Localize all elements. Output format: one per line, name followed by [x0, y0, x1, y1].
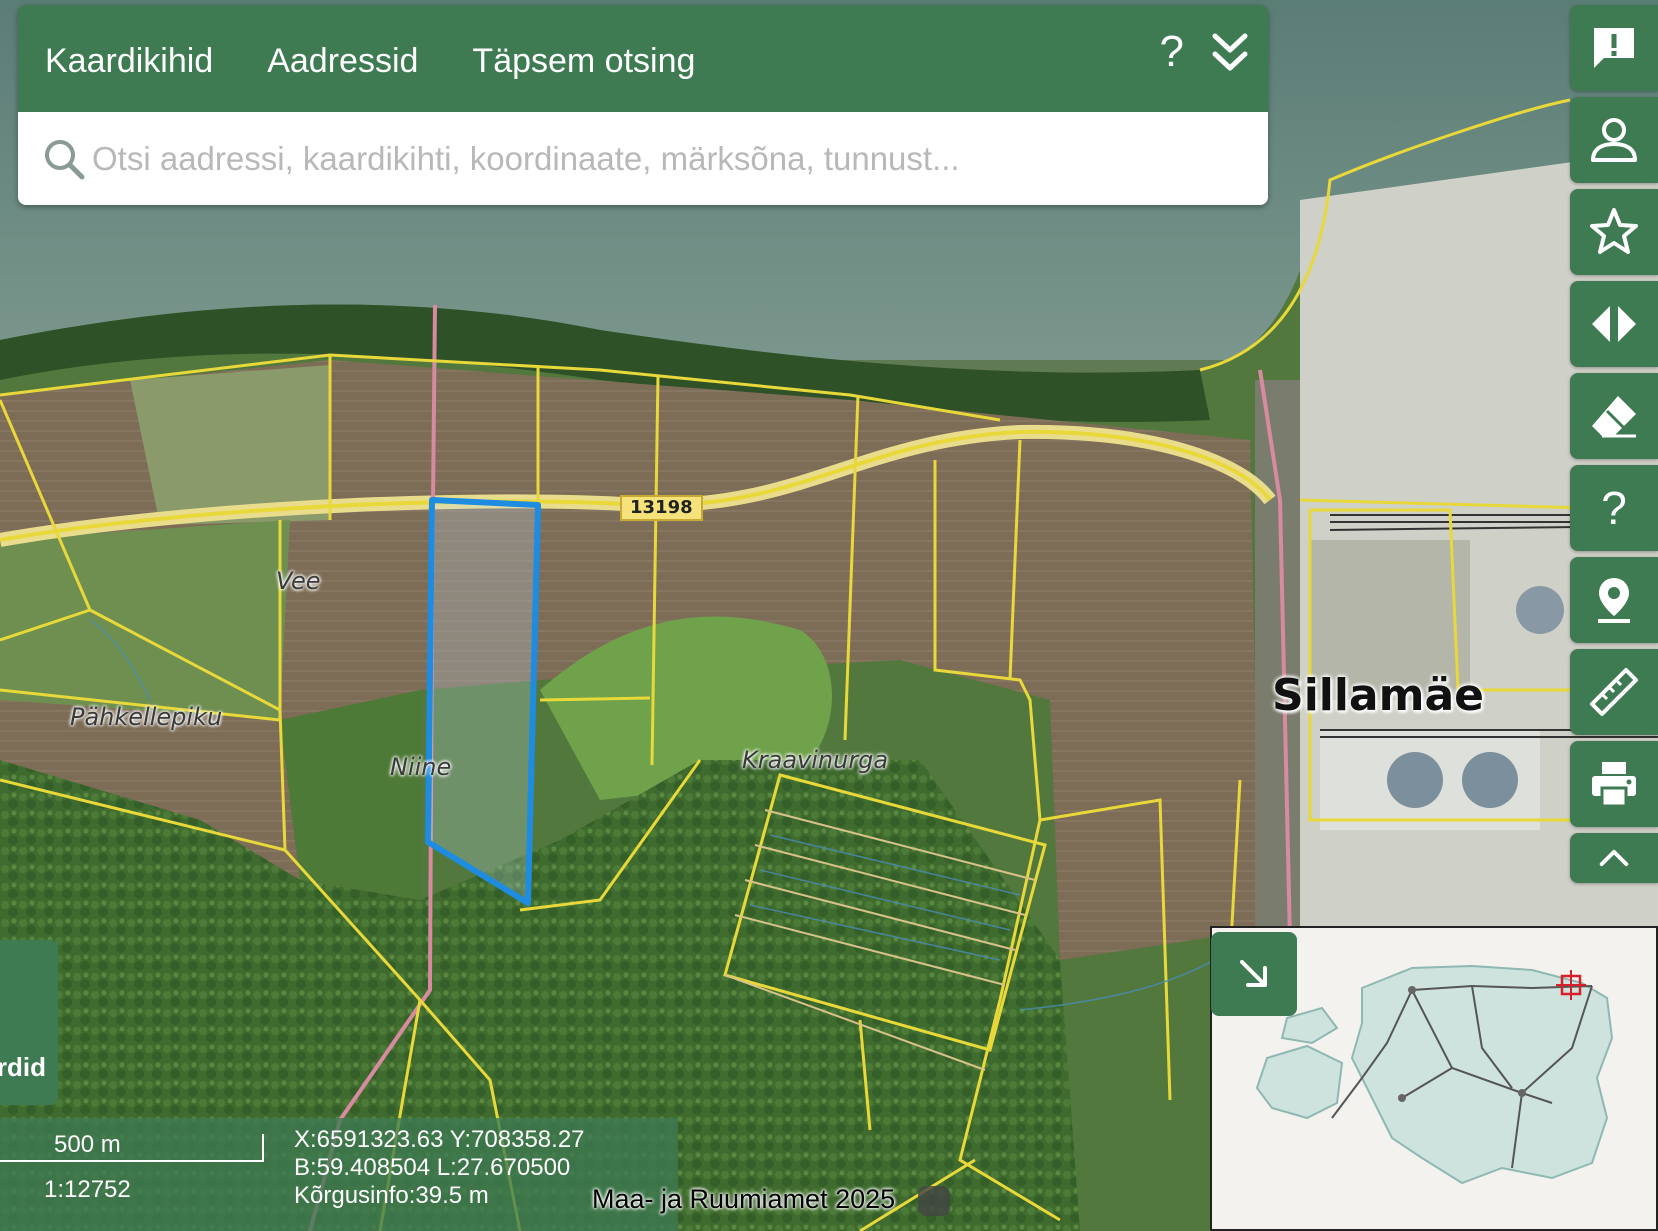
help-icon: ? [1601, 482, 1627, 534]
chevron-up-icon [1599, 849, 1629, 867]
tab-advanced-search[interactable]: Täpsem otsing [472, 36, 695, 81]
measure-button[interactable] [1570, 649, 1658, 735]
selected-parcel [425, 497, 541, 906]
map-copyright: Maa- ja Ruumiamet 2025 [592, 1184, 896, 1214]
ruler-icon [1590, 668, 1638, 716]
map-label-vee: Vee [276, 567, 321, 595]
scale-ratio: 1:12752 [44, 1176, 131, 1203]
coord-bl: B:59.408504 L:27.670500 [294, 1154, 571, 1181]
coord-xy: X:6591323.63 Y:708358.27 [294, 1126, 585, 1153]
search-help-button[interactable]: ? [1160, 27, 1184, 77]
right-toolbar: ? [1570, 5, 1658, 889]
scale-bar [0, 1134, 264, 1162]
coordinate-readout: X:6591323.63 Y:708358.27 B:59.408504 L:2… [294, 1126, 585, 1210]
swipe-compare-icon [1592, 306, 1636, 342]
search-tabs: Kaardikihid Aadressid Täpsem otsing ? [18, 5, 1268, 112]
arrow-down-right-icon [1240, 960, 1267, 987]
map-label-pahkellepiku: Pähkellepiku [70, 703, 223, 731]
favorites-button[interactable] [1570, 189, 1658, 275]
user-icon [1591, 118, 1637, 162]
tab-map-layers[interactable]: Kaardikihid [45, 36, 213, 81]
search-icon [45, 139, 85, 179]
eraser-button[interactable] [1570, 373, 1658, 459]
search-bar [18, 112, 1268, 205]
print-button[interactable] [1570, 741, 1658, 827]
scale-bar-box: 500 m 1:12752 [0, 1118, 280, 1231]
map-label-city: Sillamäe [1272, 670, 1485, 721]
scale-length: 500 m [54, 1131, 121, 1158]
maps-sidebar-label: Kaardid [0, 1052, 46, 1082]
location-pin-icon [1598, 578, 1630, 623]
road-number-label: 13198 [620, 495, 703, 521]
overview-toggle-button[interactable] [1211, 932, 1297, 1016]
toolbar-collapse-button[interactable] [1570, 833, 1658, 883]
search-panel-actions: ? [1160, 27, 1250, 77]
help-button[interactable]: ? [1570, 465, 1658, 551]
double-chevron-down-icon[interactable] [1210, 30, 1250, 74]
maps-sidebar-tab[interactable]: Kaardid [0, 940, 58, 1105]
printer-icon [1592, 762, 1636, 808]
copyright-toggle[interactable] [918, 1186, 950, 1216]
map-info-panel: 500 m 1:12752 X:6591323.63 Y:708358.27 B… [0, 1118, 678, 1231]
account-button[interactable] [1570, 97, 1658, 183]
feedback-button[interactable] [1570, 5, 1658, 91]
map-label-niine: Niine [390, 753, 452, 781]
star-icon [1590, 208, 1638, 254]
coord-height: Kõrgusinfo:39.5 m [294, 1182, 489, 1209]
search-input[interactable] [92, 139, 1242, 178]
feedback-icon [1594, 28, 1634, 68]
search-panel: Kaardikihid Aadressid Täpsem otsing ? [18, 5, 1268, 205]
location-button[interactable] [1570, 557, 1658, 643]
map-label-kraavinurga: Kraavinurga [742, 746, 889, 774]
eraser-icon [1592, 396, 1636, 438]
tab-addresses[interactable]: Aadressid [267, 36, 418, 81]
swipe-compare-button[interactable] [1570, 281, 1658, 367]
